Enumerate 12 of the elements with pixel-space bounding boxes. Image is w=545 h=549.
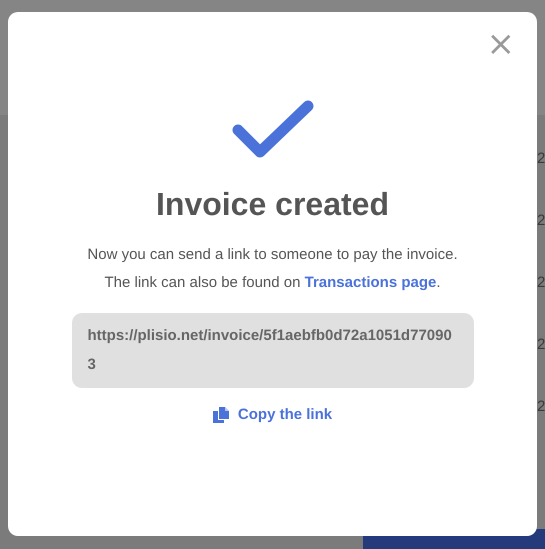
modal-title: Invoice created — [156, 185, 389, 224]
table-cell-text: 2 — [537, 211, 545, 231]
transactions-link[interactable]: Transactions page — [304, 274, 436, 291]
table-cell-text: 2 — [537, 397, 545, 417]
close-button[interactable]: × — [486, 32, 515, 56]
copy-link-button[interactable]: Copy the link — [212, 406, 332, 423]
copy-icon — [212, 406, 230, 422]
invoice-url-field[interactable]: https://plisio.net/invoice/5f1aebfb0d72a1051d770903 — [72, 313, 474, 388]
message-text: Now you can send a link to someone to pay the invoice. The link can also be found on Transactions page. — [86, 245, 459, 293]
table-cell-text: 2 — [537, 149, 545, 169]
table-cell-text: 2 — [537, 335, 545, 355]
table-cell-text: 2 — [537, 273, 545, 293]
